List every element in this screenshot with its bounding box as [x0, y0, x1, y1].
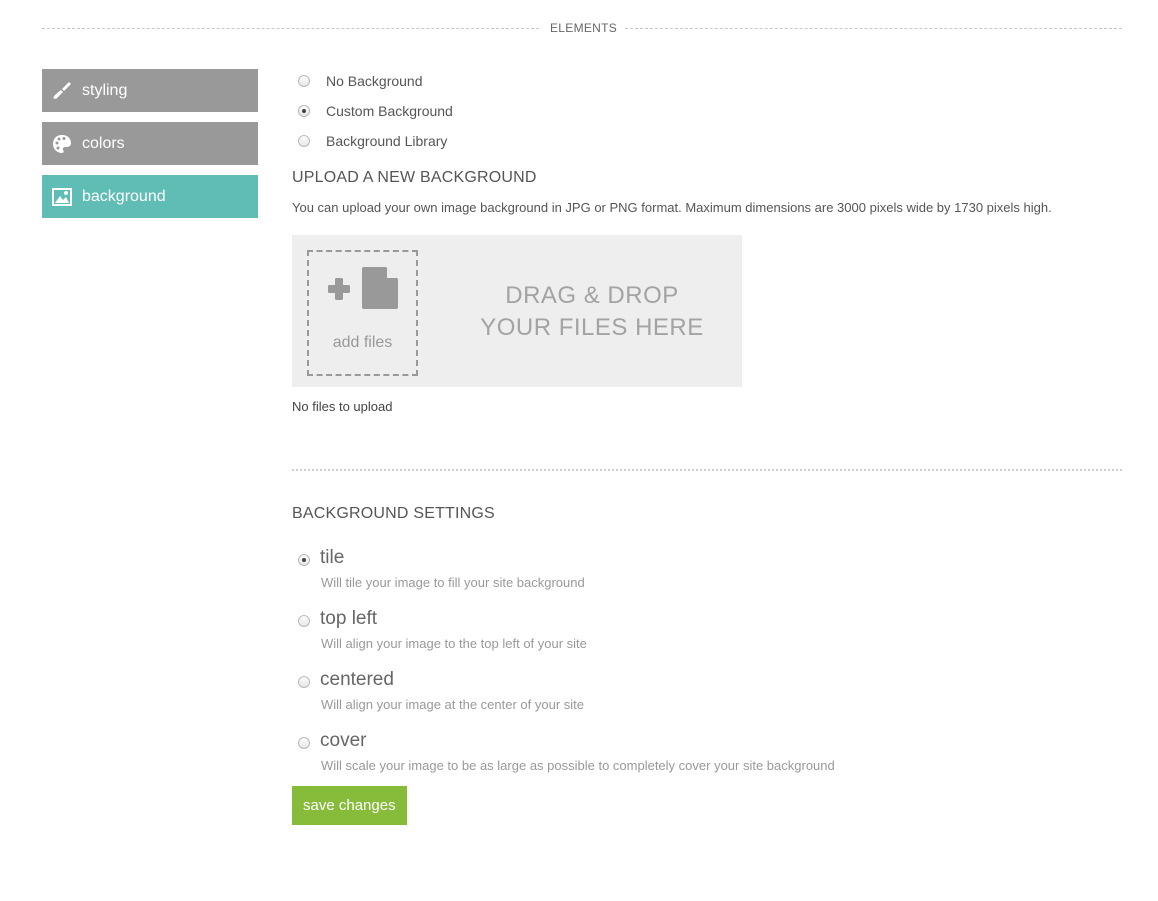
radio-button[interactable] [298, 737, 310, 749]
setting-option-top-left[interactable]: top left Will align your image to the to… [292, 608, 1122, 669]
option-hint: Will align your image at the center of y… [321, 697, 585, 712]
settings-heading: BACKGROUND SETTINGS [292, 505, 495, 522]
paintbrush-icon [52, 81, 72, 101]
sidebar-item-label: styling [82, 81, 128, 99]
radio-button[interactable] [298, 135, 310, 147]
option-hint: Will scale your image to be as large as … [321, 758, 835, 773]
upload-heading: UPLOAD A NEW BACKGROUND [292, 169, 537, 186]
option-name: cover [320, 730, 367, 751]
divider-right [625, 28, 1122, 29]
drag-drop-line1: DRAG & DROP [505, 282, 679, 309]
drag-drop-line2: YOUR FILES HERE [480, 314, 704, 341]
sidebar-item-colors[interactable]: colors [42, 122, 258, 165]
setting-option-tile[interactable]: tile Will tile your image to fill your s… [292, 547, 1122, 608]
drag-drop-text: DRAG & DROP YOUR FILES HERE [442, 280, 742, 344]
sidebar-item-label: background [82, 187, 166, 205]
add-files-button[interactable]: add files [307, 250, 418, 376]
option-name: top left [320, 608, 378, 629]
radio-button[interactable] [298, 75, 310, 87]
save-changes-button[interactable]: save changes [292, 786, 407, 825]
section-title: ELEMENTS [550, 21, 618, 35]
setting-option-centered[interactable]: centered Will align your image at the ce… [292, 669, 1122, 730]
image-icon [52, 187, 72, 207]
sidebar-item-styling[interactable]: styling [42, 69, 258, 112]
file-icon [362, 267, 398, 309]
option-hint: Will tile your image to fill your site b… [321, 575, 585, 590]
background-type-group: No Background Custom Background Backgrou… [292, 66, 1122, 156]
radio-label: No Background [326, 73, 423, 89]
sidebar: styling colors background [42, 69, 258, 228]
divider-left [42, 28, 539, 29]
option-hint: Will align your image to the top left of… [321, 636, 587, 651]
option-name: centered [320, 669, 394, 690]
radio-no-background[interactable]: No Background [292, 66, 1122, 96]
option-name: tile [320, 547, 345, 568]
background-settings-group: tile Will tile your image to fill your s… [292, 547, 1122, 791]
setting-option-cover[interactable]: cover Will scale your image to be as lar… [292, 730, 1122, 791]
sidebar-item-background[interactable]: background [42, 175, 258, 218]
plus-icon [328, 278, 350, 300]
radio-button[interactable] [298, 615, 310, 627]
radio-custom-background[interactable]: Custom Background [292, 96, 1122, 126]
palette-icon [52, 134, 72, 154]
file-dropzone[interactable]: add files DRAG & DROP YOUR FILES HERE [292, 235, 742, 387]
radio-button[interactable] [298, 105, 310, 117]
upload-status: No files to upload [292, 399, 393, 414]
upload-description: You can upload your own image background… [292, 200, 1052, 215]
radio-label: Background Library [326, 133, 448, 149]
radio-button[interactable] [298, 676, 310, 688]
main-content: No Background Custom Background Backgrou… [292, 66, 1122, 825]
sidebar-item-label: colors [82, 134, 125, 152]
section-header: ELEMENTS [42, 20, 1122, 38]
radio-background-library[interactable]: Background Library [292, 126, 1122, 156]
radio-button[interactable] [298, 554, 310, 566]
radio-label: Custom Background [326, 103, 453, 119]
add-files-label: add files [332, 334, 393, 351]
section-divider [292, 469, 1122, 471]
